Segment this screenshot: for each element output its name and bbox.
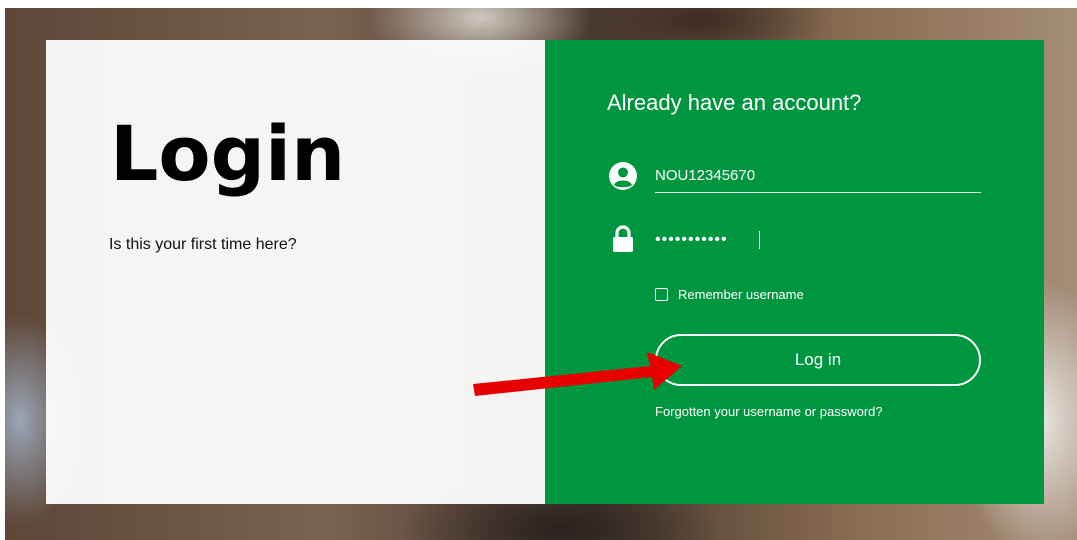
frame-border-left (0, 0, 5, 540)
password-input[interactable] (655, 223, 981, 257)
first-time-text: Is this your first time here? (109, 236, 297, 253)
username-input[interactable] (655, 158, 981, 192)
login-page: Login Is this your first time here? Alre… (0, 0, 1077, 540)
remember-checkbox[interactable] (655, 288, 668, 301)
remember-username[interactable]: Remember username (655, 287, 804, 302)
username-field[interactable] (655, 158, 981, 193)
frame-border-top (0, 0, 1077, 8)
page-title: Login (110, 109, 346, 198)
text-cursor (759, 231, 760, 249)
forgot-credentials-link[interactable]: Forgotten your username or password? (655, 404, 883, 419)
signup-panel: Login Is this your first time here? (46, 40, 545, 504)
remember-label: Remember username (678, 287, 804, 302)
login-panel: Already have an account? Remember userna… (545, 40, 1044, 504)
user-circle-icon (607, 160, 639, 192)
lock-icon (607, 223, 639, 255)
login-button[interactable]: Log in (655, 334, 981, 386)
password-field[interactable] (655, 223, 981, 257)
red-arrow-annotation (473, 352, 682, 396)
login-heading: Already have an account? (607, 90, 862, 115)
